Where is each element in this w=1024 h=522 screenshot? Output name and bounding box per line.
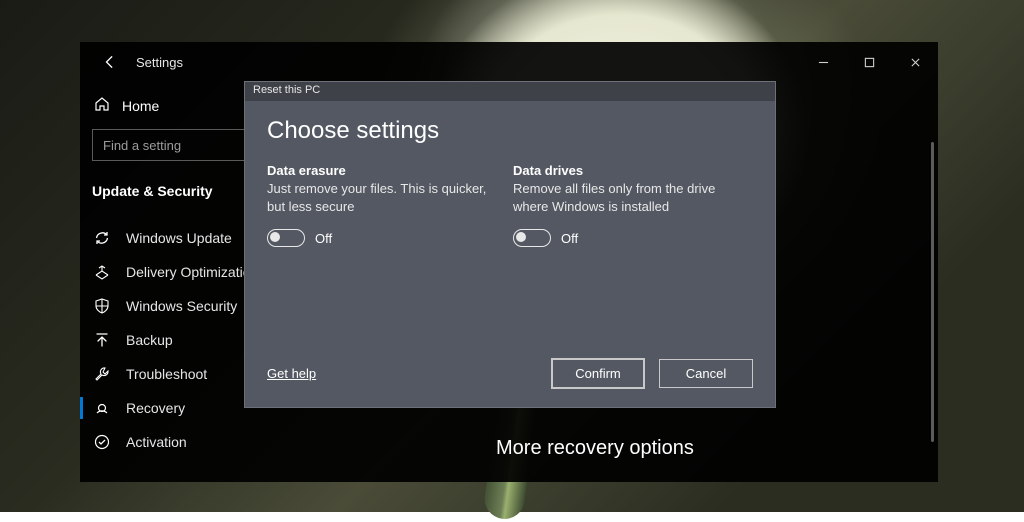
close-button[interactable] [892, 42, 938, 82]
sync-icon [94, 230, 110, 246]
cancel-button[interactable]: Cancel [659, 359, 753, 388]
sidebar-item-label: Recovery [126, 400, 185, 416]
sidebar-item-activation[interactable]: Activation [92, 425, 298, 459]
toggle-state-label: Off [561, 231, 578, 246]
backup-icon [94, 332, 110, 348]
option-data-drives: Data drives Remove all files only from t… [513, 163, 753, 247]
back-arrow-icon [103, 55, 117, 69]
reset-dialog: Reset this PC Choose settings Data erasu… [244, 81, 776, 408]
sidebar-item-label: Backup [126, 332, 173, 348]
scrollbar[interactable] [931, 142, 934, 442]
maximize-icon [864, 57, 875, 68]
toggle-knob [270, 232, 280, 242]
delivery-icon [94, 264, 110, 280]
dialog-heading: Choose settings [267, 117, 753, 145]
option-description: Remove all files only from the drive whe… [513, 180, 753, 215]
wrench-icon [94, 366, 110, 382]
confirm-button[interactable]: Confirm [551, 358, 645, 389]
window-title: Settings [136, 55, 183, 70]
sidebar-item-label: Windows Security [126, 298, 237, 314]
window-titlebar: Settings [80, 42, 938, 82]
sidebar-item-label: Delivery Optimization [126, 264, 258, 280]
get-help-link[interactable]: Get help [267, 366, 316, 381]
toggle-data-drives[interactable] [513, 229, 551, 247]
toggle-state-label: Off [315, 231, 332, 246]
activation-icon [94, 434, 110, 450]
maximize-button[interactable] [846, 42, 892, 82]
more-recovery-heading: More recovery options [496, 437, 694, 460]
home-icon [94, 96, 110, 115]
sidebar-item-label: Activation [126, 434, 187, 450]
dialog-titlebar: Reset this PC [245, 82, 775, 101]
option-title: Data erasure [267, 163, 507, 178]
sidebar-item-label: Troubleshoot [126, 366, 207, 382]
option-data-erasure: Data erasure Just remove your files. Thi… [267, 163, 507, 247]
sidebar-home-label: Home [122, 98, 159, 114]
shield-icon [94, 298, 110, 314]
option-description: Just remove your files. This is quicker,… [267, 180, 507, 215]
toggle-data-erasure[interactable] [267, 229, 305, 247]
minimize-icon [818, 57, 829, 68]
sidebar-item-label: Windows Update [126, 230, 232, 246]
recovery-icon [94, 400, 110, 416]
close-icon [910, 57, 921, 68]
toggle-knob [516, 232, 526, 242]
back-button[interactable] [98, 55, 122, 69]
option-title: Data drives [513, 163, 753, 178]
minimize-button[interactable] [800, 42, 846, 82]
